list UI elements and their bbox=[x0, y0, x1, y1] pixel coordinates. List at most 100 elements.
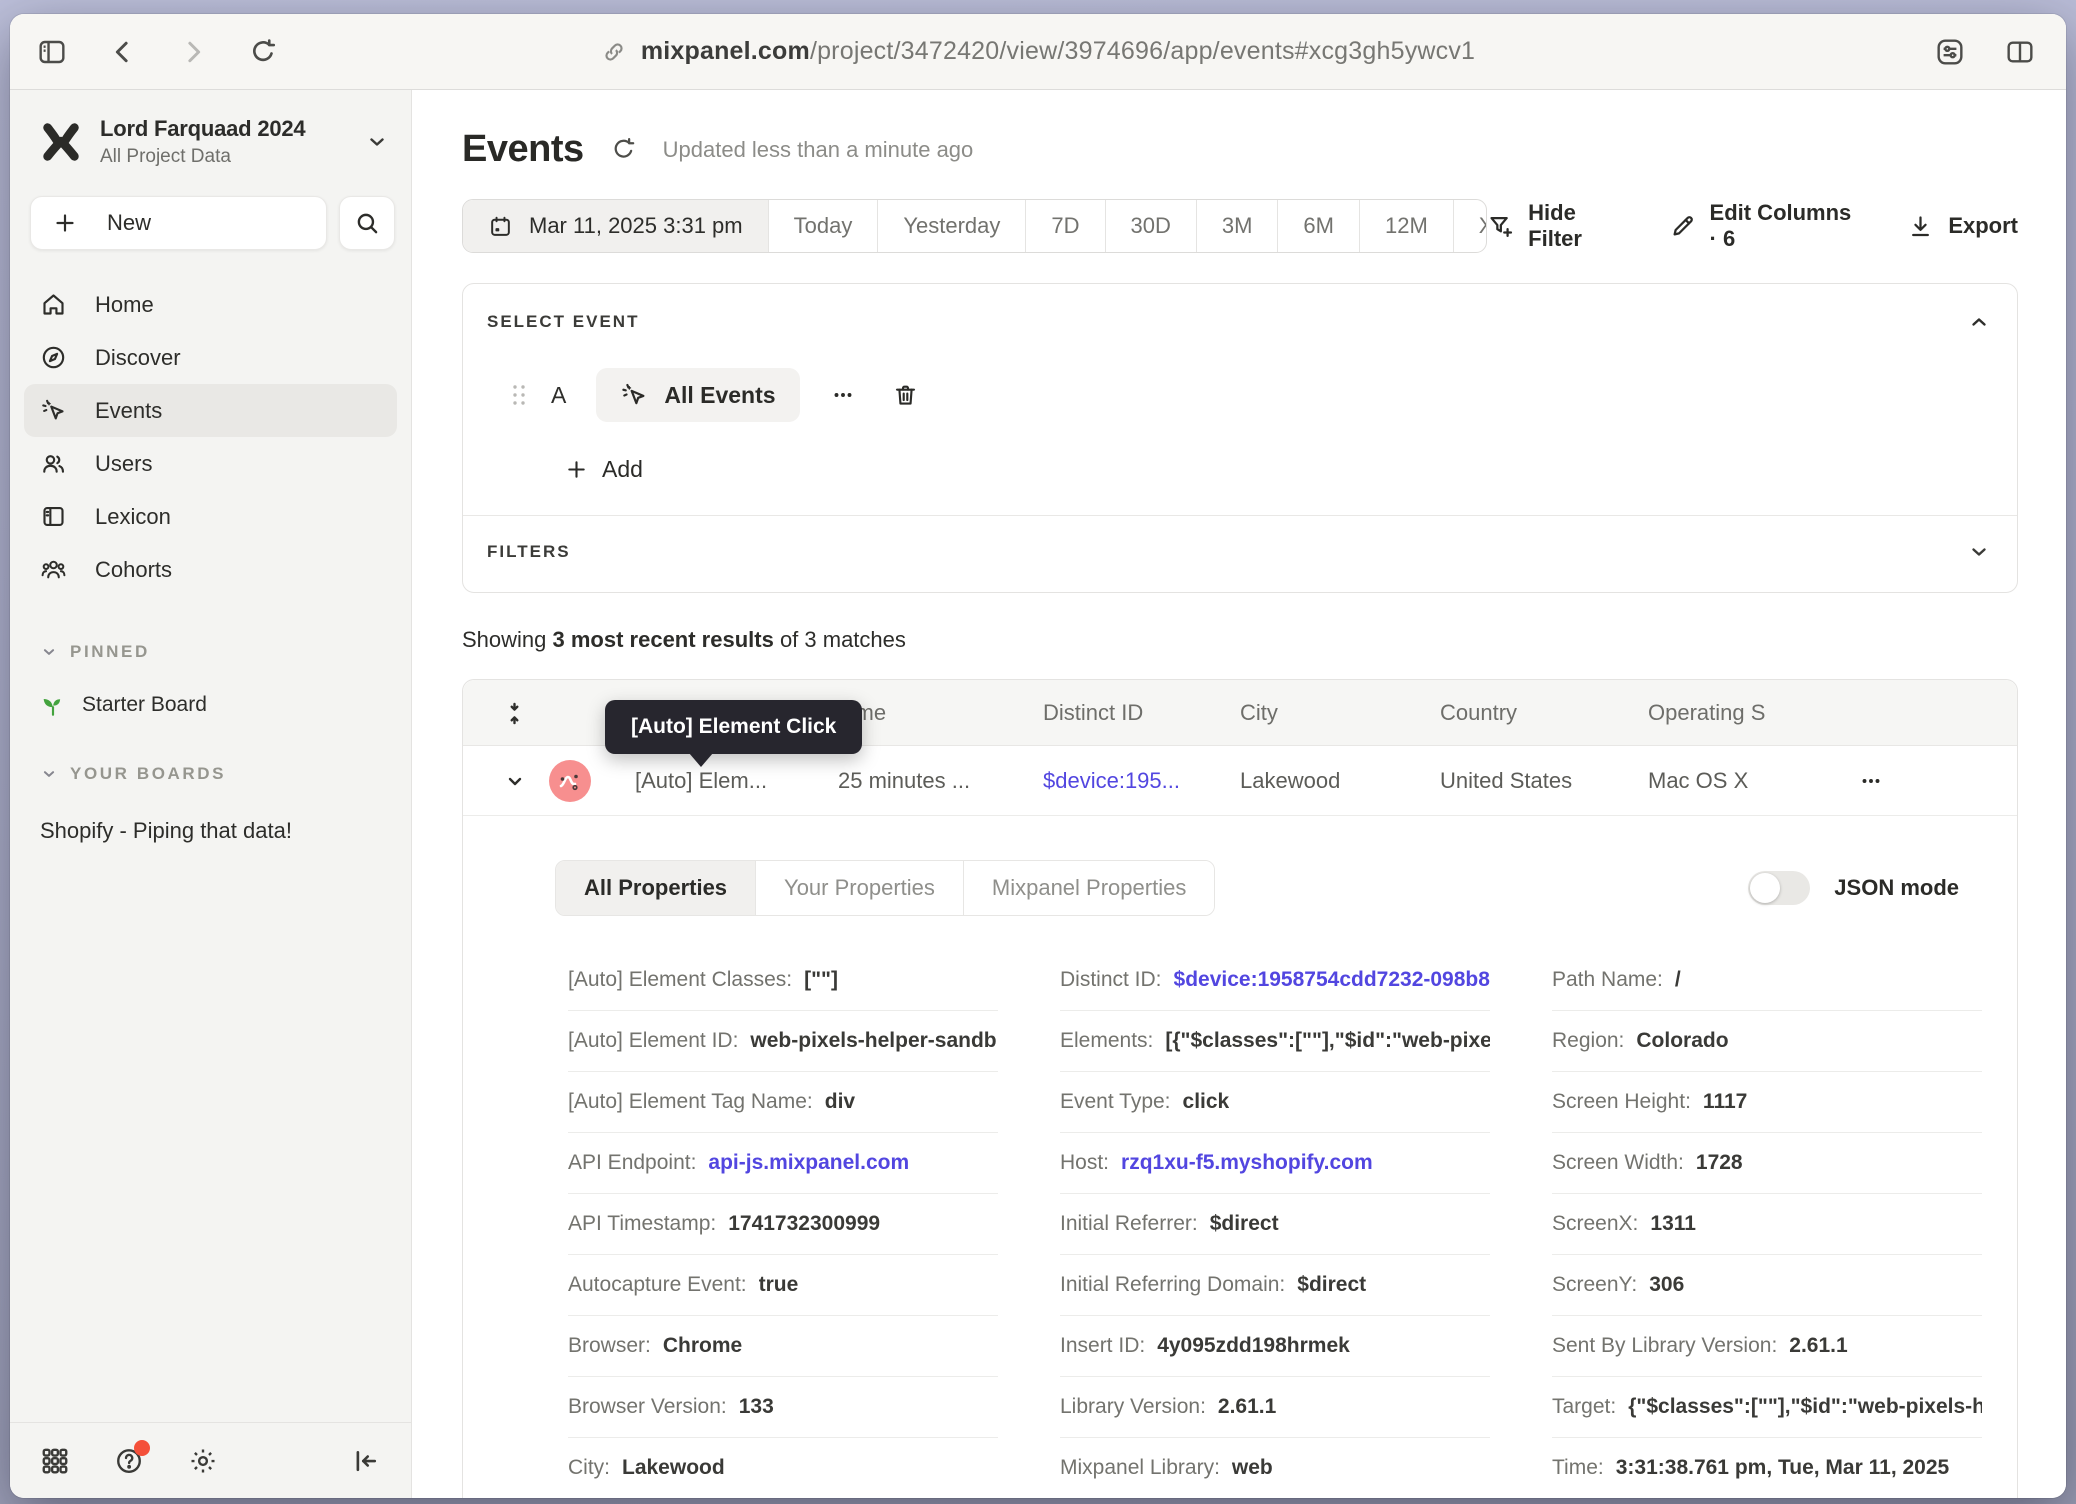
back-icon[interactable] bbox=[108, 37, 138, 67]
chevron-down-icon[interactable] bbox=[1967, 540, 1991, 564]
hide-filter-button[interactable]: Hide Filter bbox=[1487, 200, 1616, 252]
help-button[interactable] bbox=[114, 1446, 144, 1476]
property-label: [Auto] Element Tag Name: bbox=[568, 1090, 813, 1114]
column-header-operating-s[interactable]: Operating S bbox=[1648, 680, 1765, 746]
sidebar-nav: HomeDiscoverEvents Users LexiconCohorts bbox=[24, 278, 397, 596]
edit-columns-button[interactable]: Edit Columns · 6 bbox=[1669, 200, 1856, 252]
column-header-distinct-id[interactable]: Distinct ID bbox=[1043, 680, 1143, 746]
date-preset-3m[interactable]: 3M bbox=[1196, 200, 1278, 252]
chevron-up-icon[interactable] bbox=[1967, 310, 1991, 334]
pencil-icon bbox=[1669, 213, 1696, 240]
search-button[interactable] bbox=[339, 196, 395, 250]
event-selector[interactable]: All Events bbox=[596, 368, 799, 422]
property-value: 3:31:38.761 pm, Tue, Mar 11, 2025 bbox=[1616, 1456, 1949, 1480]
add-event-button[interactable]: Add bbox=[565, 456, 2017, 483]
json-mode-toggle[interactable] bbox=[1748, 871, 1810, 905]
date-preset-30d[interactable]: 30D bbox=[1105, 200, 1196, 252]
drag-handle-icon[interactable] bbox=[509, 382, 529, 408]
property-value: div bbox=[825, 1090, 855, 1114]
download-icon bbox=[1907, 213, 1934, 240]
sidebar-item-home[interactable]: Home bbox=[24, 278, 397, 331]
property-row: Initial Referring Domain:$direct bbox=[1060, 1255, 1490, 1316]
url-text: mixpanel.com/project/3472420/view/397469… bbox=[641, 37, 1475, 66]
property-value: 4y095zdd198hrmek bbox=[1157, 1334, 1350, 1358]
tab-mixpanel-properties[interactable]: Mixpanel Properties bbox=[963, 861, 1214, 915]
event-name: All Events bbox=[664, 382, 775, 409]
date-preset-6m[interactable]: 6M bbox=[1277, 200, 1359, 252]
property-label: Library Version: bbox=[1060, 1395, 1206, 1419]
sidebar-item-lexicon[interactable]: Lexicon bbox=[24, 490, 397, 543]
property-label: Screen Width: bbox=[1552, 1151, 1684, 1175]
property-row: Event Type:click bbox=[1060, 1072, 1490, 1133]
hide-filter-label: Hide Filter bbox=[1528, 200, 1616, 252]
property-value[interactable]: $device:1958754cdd7232-098b89... bbox=[1174, 968, 1490, 992]
refresh-icon[interactable] bbox=[610, 136, 637, 163]
new-button-label: New bbox=[107, 210, 151, 236]
column-header-country[interactable]: Country bbox=[1440, 680, 1517, 746]
pinned-item[interactable]: Starter Board bbox=[40, 692, 381, 718]
board-item[interactable]: Shopify - Piping that data! bbox=[40, 818, 381, 844]
collapse-sidebar-icon[interactable] bbox=[351, 1446, 381, 1476]
address-bar[interactable]: mixpanel.com/project/3472420/view/397469… bbox=[601, 37, 1475, 66]
properties-tabs: All PropertiesYour PropertiesMixpanel Pr… bbox=[555, 860, 1215, 916]
settings-gear-icon[interactable] bbox=[188, 1446, 218, 1476]
property-label: Region: bbox=[1552, 1029, 1624, 1053]
pinned-label: PINNED bbox=[70, 642, 150, 662]
users-icon bbox=[40, 450, 67, 477]
column-header-city[interactable]: City bbox=[1240, 680, 1278, 746]
add-label: Add bbox=[602, 456, 643, 483]
your-boards-section-header[interactable]: YOUR BOARDS bbox=[40, 764, 381, 784]
reload-icon[interactable] bbox=[248, 37, 278, 67]
property-value[interactable]: rzq1xu-f5.myshopify.com bbox=[1121, 1151, 1373, 1175]
updated-status: Updated less than a minute ago bbox=[663, 137, 974, 163]
forward-icon[interactable] bbox=[178, 37, 208, 67]
property-label: ScreenY: bbox=[1552, 1273, 1637, 1297]
date-preset-xtd[interactable]: XTD bbox=[1453, 200, 1487, 252]
property-row: [Auto] Element ID:web-pixels-helper-sand… bbox=[568, 1011, 998, 1072]
property-row: Time:3:31:38.761 pm, Tue, Mar 11, 2025 bbox=[1552, 1438, 1982, 1498]
sidebar-item-events[interactable]: Events bbox=[24, 384, 397, 437]
property-value: [""] bbox=[804, 968, 838, 992]
new-button[interactable]: New bbox=[30, 196, 327, 250]
collapse-rows-icon[interactable] bbox=[501, 680, 528, 746]
project-switcher[interactable]: Lord Farquaad 2024 All Project Data bbox=[38, 116, 389, 168]
cell-time: 25 minutes ... bbox=[838, 746, 970, 816]
apps-grid-icon[interactable] bbox=[40, 1446, 70, 1476]
page-settings-icon[interactable] bbox=[1934, 36, 1966, 68]
desktop: mixpanel.com/project/3472420/view/397469… bbox=[0, 0, 2076, 1504]
expand-row-chevron-icon[interactable] bbox=[503, 746, 527, 816]
browser-window: mixpanel.com/project/3472420/view/397469… bbox=[10, 14, 2066, 1498]
sidebar-item-discover[interactable]: Discover bbox=[24, 331, 397, 384]
date-picker-current[interactable]: Mar 11, 2025 3:31 pm bbox=[463, 200, 768, 252]
lexicon-icon bbox=[40, 503, 67, 530]
tab-your-properties[interactable]: Your Properties bbox=[755, 861, 963, 915]
pinned-section-header[interactable]: PINNED bbox=[40, 642, 381, 662]
more-options-icon[interactable] bbox=[830, 382, 856, 408]
property-label: Autocapture Event: bbox=[568, 1273, 747, 1297]
export-button[interactable]: Export bbox=[1907, 213, 2018, 240]
sidebar-item-label: Users bbox=[95, 451, 152, 477]
filters-label: FILTERS bbox=[487, 542, 571, 562]
cell-country: United States bbox=[1440, 746, 1572, 816]
property-row: City:Lakewood bbox=[568, 1438, 998, 1498]
properties-column-2: Distinct ID:$device:1958754cdd7232-098b8… bbox=[1060, 950, 1490, 1498]
property-label: City: bbox=[568, 1456, 610, 1480]
property-value[interactable]: api-js.mixpanel.com bbox=[708, 1151, 909, 1175]
date-preset-12m[interactable]: 12M bbox=[1359, 200, 1453, 252]
property-row: ScreenX:1311 bbox=[1552, 1194, 1982, 1255]
sidebar-toggle-icon[interactable] bbox=[36, 36, 68, 68]
cell-distinct-id[interactable]: $device:195... bbox=[1043, 746, 1180, 816]
split-view-icon[interactable] bbox=[2004, 36, 2036, 68]
property-row: Library Version:2.61.1 bbox=[1060, 1377, 1490, 1438]
tab-all-properties[interactable]: All Properties bbox=[556, 861, 755, 915]
property-row: Browser Version:133 bbox=[568, 1377, 998, 1438]
delete-icon[interactable] bbox=[892, 382, 919, 409]
sidebar-item-users[interactable]: Users bbox=[24, 437, 397, 490]
project-name: Lord Farquaad 2024 bbox=[100, 116, 349, 142]
date-preset-today[interactable]: Today bbox=[768, 200, 878, 252]
sidebar-item-cohorts[interactable]: Cohorts bbox=[24, 543, 397, 596]
date-preset-yesterday[interactable]: Yesterday bbox=[877, 200, 1025, 252]
property-value: / bbox=[1675, 968, 1681, 992]
date-preset-7d[interactable]: 7D bbox=[1025, 200, 1104, 252]
row-more-options-icon[interactable] bbox=[1858, 746, 1884, 816]
